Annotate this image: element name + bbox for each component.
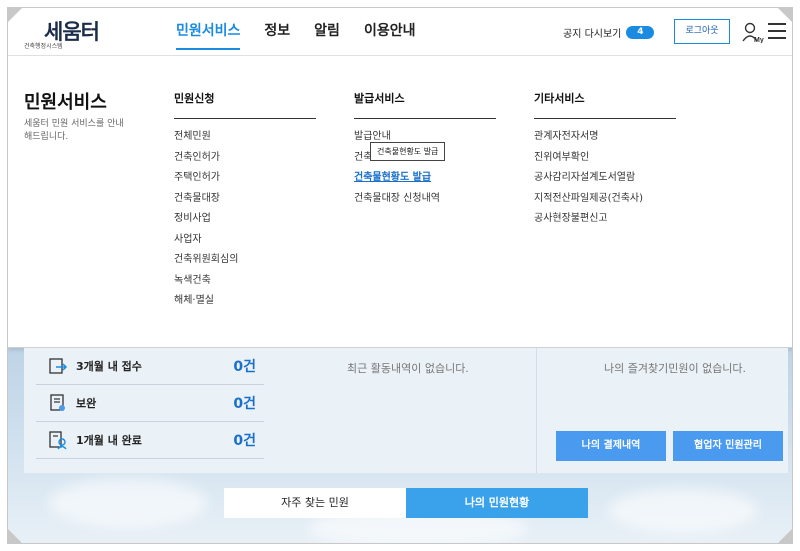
panel-divider	[536, 348, 537, 473]
menu-item-register-history[interactable]: 건축물대장 신청내역	[354, 189, 496, 210]
tab-my-status[interactable]: 나의 민원현황	[406, 488, 588, 518]
status-row-supplement[interactable]: 보완 0건	[36, 385, 264, 422]
menu-item-supervisor-docs[interactable]: 공사감리자설계도서열람	[534, 168, 676, 189]
nav-notice[interactable]: 알림	[314, 20, 340, 50]
menu-item-building-register[interactable]: 건축물대장	[174, 189, 316, 210]
my-page-icon[interactable]: My	[742, 21, 764, 43]
hamburger-menu-icon[interactable]	[768, 23, 786, 39]
main-nav: 민원서비스 정보 알림 이용안내	[176, 20, 439, 50]
partner-management-button[interactable]: 협업자 민원관리	[673, 431, 783, 461]
menu-item-cadastral-file[interactable]: 지적전산파일제공(건축사)	[534, 189, 676, 210]
logo-subtext: 건축행정시스템	[24, 43, 63, 50]
menu-item-business[interactable]: 사업자	[174, 230, 316, 251]
corner-decoration	[778, 8, 792, 22]
menu-item-verify[interactable]: 진위여부확인	[534, 148, 676, 169]
document-supplement-icon	[50, 394, 65, 411]
top-header: 세움터 건축행정시스템 민원서비스 정보 알림 이용안내 공지 다시보기 4 로…	[8, 8, 792, 56]
nav-guide[interactable]: 이용안내	[364, 20, 416, 50]
dashboard-panel: 3개월 내 접수 0건 보완 0건 1개월 내 완료 0건 최근 활동내역이 없…	[24, 348, 788, 473]
mega-menu-description: 세움터 민원 서비스를 안내해드립니다.	[24, 119, 124, 142]
document-received-icon	[49, 358, 68, 374]
mega-menu-title: 민원서비스	[24, 92, 107, 113]
menu-column-heading: 발급서비스	[354, 90, 496, 119]
status-row-received[interactable]: 3개월 내 접수 0건	[36, 348, 264, 385]
nav-civil-service[interactable]: 민원서비스	[176, 20, 241, 50]
status-label: 보완	[76, 397, 97, 410]
favorites-empty: 나의 즐겨찾기민원이 없습니다.	[604, 362, 747, 375]
corner-decoration	[778, 529, 792, 543]
menu-item-green-building[interactable]: 녹색건축	[174, 271, 316, 292]
logout-button[interactable]: 로그아웃	[674, 19, 730, 44]
corner-decoration	[8, 8, 22, 22]
notice-replay[interactable]: 공지 다시보기 4	[563, 25, 655, 40]
status-count[interactable]: 0건	[233, 356, 256, 376]
status-label: 1개월 내 완료	[76, 434, 142, 447]
tab-faq-services[interactable]: 자주 찾는 민원	[224, 488, 406, 518]
menu-item-all[interactable]: 전체민원	[174, 127, 316, 148]
menu-item-site-complaint[interactable]: 공사현장불편신고	[534, 209, 676, 230]
notice-count-badge: 4	[626, 26, 655, 39]
menu-item-housing-permit[interactable]: 주택인허가	[174, 168, 316, 189]
status-count[interactable]: 0건	[233, 393, 256, 413]
tooltip: 건축물현황도 발급	[370, 142, 446, 161]
menu-item-e-signature[interactable]: 관계자전자서명	[534, 127, 676, 148]
status-label: 3개월 내 접수	[76, 360, 142, 373]
logo[interactable]: 세움터 건축행정시스템	[24, 16, 114, 50]
status-row-completed[interactable]: 1개월 내 완료 0건	[36, 422, 264, 459]
payment-history-button[interactable]: 나의 결제내역	[556, 431, 666, 461]
menu-item-maintenance[interactable]: 정비사업	[174, 209, 316, 230]
notice-label: 공지 다시보기	[563, 29, 622, 40]
status-count[interactable]: 0건	[233, 430, 256, 450]
mega-menu: 민원서비스 세움터 민원 서비스를 안내해드립니다. 민원신청 전체민원 건축인…	[8, 56, 792, 348]
menu-item-committee[interactable]: 건축위원회심의	[174, 250, 316, 271]
menu-column-apply: 민원신청 전체민원 건축인허가 주택인허가 건축물대장 정비사업 사업자 건축위…	[174, 90, 316, 312]
menu-column-other: 기타서비스 관계자전자서명 진위여부확인 공사감리자설계도서열람 지적전산파일제…	[534, 90, 676, 230]
my-label: My	[754, 37, 764, 43]
menu-column-heading: 기타서비스	[534, 90, 676, 119]
nav-info[interactable]: 정보	[264, 20, 290, 50]
document-completed-icon	[49, 431, 67, 450]
browser-frame: 세움터 건축행정시스템 민원서비스 정보 알림 이용안내 공지 다시보기 4 로…	[7, 7, 793, 544]
recent-activity-empty: 최근 활동내역이 없습니다.	[347, 362, 469, 375]
menu-column-heading: 민원신청	[174, 90, 316, 119]
corner-decoration	[8, 529, 22, 543]
menu-item-building-status-drawing[interactable]: 건축물현황도 발급	[354, 168, 496, 189]
menu-item-demolition[interactable]: 해체·멸실	[174, 291, 316, 312]
status-list: 3개월 내 접수 0건 보완 0건 1개월 내 완료 0건	[36, 348, 264, 459]
menu-item-building-permit[interactable]: 건축인허가	[174, 148, 316, 169]
